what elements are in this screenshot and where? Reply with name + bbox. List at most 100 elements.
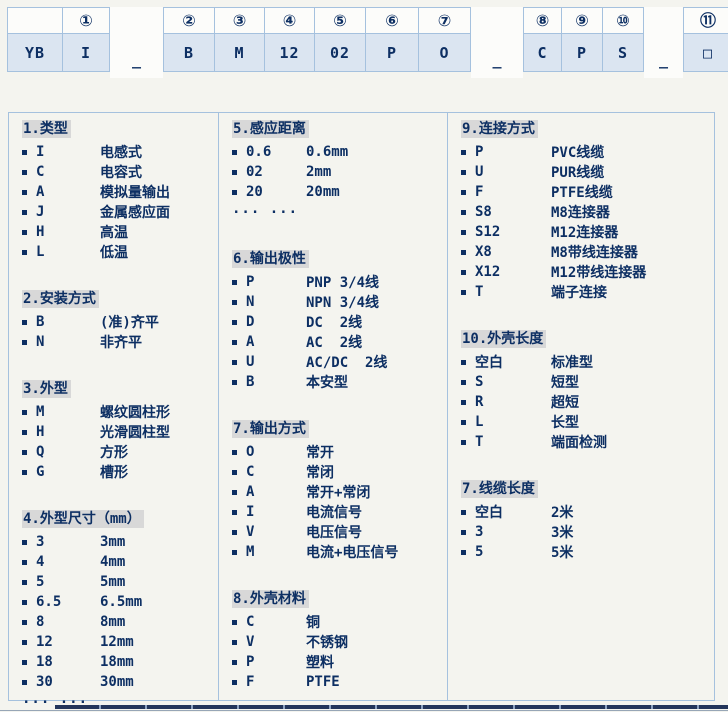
item-description: 8mm	[100, 614, 125, 630]
code-position-number: ①	[63, 8, 110, 34]
item-code: C	[246, 614, 306, 630]
item-code: P	[246, 654, 306, 670]
section-title: 5.感应距离	[232, 120, 309, 138]
legend-item: 6.56.5mm	[22, 592, 218, 612]
bullet-square-icon	[232, 150, 237, 155]
item-code: R	[475, 394, 551, 410]
bullet-square-icon	[232, 640, 237, 645]
bullet-square-icon	[22, 450, 27, 455]
item-description: 非齐平	[100, 332, 142, 352]
item-description: 端子连接	[551, 282, 607, 302]
bullet-square-icon	[22, 410, 27, 415]
legend-item: I电流信号	[232, 502, 447, 522]
legend-item: DDC 2线	[232, 312, 447, 332]
item-code: A	[36, 184, 100, 200]
item-description: PTFE	[306, 674, 340, 690]
item-code: M	[36, 404, 100, 420]
item-code: C	[246, 464, 306, 480]
bullet-square-icon	[22, 680, 27, 685]
section-title: 2.安装方式	[22, 290, 99, 308]
legend-item: J金属感应面	[22, 202, 218, 222]
item-code: 5	[475, 544, 551, 560]
bullet-square-icon	[461, 440, 466, 445]
code-segment-value: YB	[8, 34, 63, 72]
item-description: 5mm	[100, 574, 125, 590]
bullet-square-icon	[461, 190, 466, 195]
legend-item: S12M12连接器	[461, 222, 714, 242]
legend-item: N非齐平	[22, 332, 218, 352]
item-description: 5米	[551, 542, 573, 562]
code-segment-value: S	[603, 34, 644, 72]
code-position-number: ⑥	[366, 8, 419, 34]
legend-item: 022mm	[232, 162, 447, 182]
ellipsis-more: ... ...	[232, 202, 447, 222]
item-description: 2mm	[306, 164, 331, 180]
legend-item: 88mm	[22, 612, 218, 632]
section-title: 3.外型	[22, 380, 71, 398]
bullet-square-icon	[232, 190, 237, 195]
item-description: 4mm	[100, 554, 125, 570]
code-segment-value: B	[164, 34, 215, 72]
item-description: 30mm	[100, 674, 134, 690]
legend-item: 1212mm	[22, 632, 218, 652]
item-code: 6.5	[36, 594, 100, 610]
code-position-number: ⑦	[419, 8, 471, 34]
bullet-square-icon	[22, 430, 27, 435]
bullet-square-icon	[22, 170, 27, 175]
item-code: 3	[475, 524, 551, 540]
bullet-square-icon	[22, 190, 27, 195]
legend-item: B(准)齐平	[22, 312, 218, 332]
bullet-square-icon	[22, 640, 27, 645]
bullet-square-icon	[461, 380, 466, 385]
item-description: PUR线缆	[551, 162, 604, 182]
bullet-square-icon	[232, 300, 237, 305]
legend-item: C铜	[232, 612, 447, 632]
code-segment-value: P	[366, 34, 419, 72]
item-code: 5	[36, 574, 100, 590]
section-title: 8.外壳材料	[232, 590, 309, 608]
cutoff-next-table-edge	[0, 704, 728, 711]
legend-item: M电流+电压信号	[232, 542, 447, 562]
code-position-number: ③	[215, 8, 265, 34]
bullet-square-icon	[232, 450, 237, 455]
legend-item: T端面检测	[461, 432, 714, 452]
legend-item: S8M8连接器	[461, 202, 714, 222]
item-code: 空白	[475, 352, 551, 372]
section-title: 1.类型	[22, 120, 71, 138]
legend-item: X8M8带线连接器	[461, 242, 714, 262]
item-code: C	[36, 164, 100, 180]
legend-column-2: 5.感应距离0.60.6mm022mm2020mm... ...6.输出极性PP…	[219, 113, 448, 700]
item-description: 12mm	[100, 634, 134, 650]
item-code: A	[246, 484, 306, 500]
code-separator: _	[110, 7, 163, 78]
code-segment-value: I	[63, 34, 110, 72]
item-code: U	[475, 164, 551, 180]
code-segment-value: C	[524, 34, 562, 72]
item-code: F	[475, 184, 551, 200]
legend-item: 55米	[461, 542, 714, 562]
legend-column-1: 1.类型I电感式C电容式A模拟量输出J金属感应面H高温L低温2.安装方式B(准)…	[9, 113, 219, 700]
item-description: 3mm	[100, 534, 125, 550]
item-code: L	[36, 244, 100, 260]
item-description: PVC线缆	[551, 142, 604, 162]
item-description: NPN 3/4线	[306, 292, 379, 312]
legend-item: Q方形	[22, 442, 218, 462]
item-code: 0.6	[246, 144, 306, 160]
legend-item: L低温	[22, 242, 218, 262]
item-description: PTFE线缆	[551, 182, 613, 202]
bullet-square-icon	[461, 230, 466, 235]
item-description: 电容式	[100, 162, 142, 182]
item-code: O	[246, 444, 306, 460]
code-segment-value: □	[684, 34, 728, 72]
item-code: N	[246, 294, 306, 310]
item-code: B	[36, 314, 100, 330]
item-description: 常开	[306, 442, 334, 462]
item-code: X8	[475, 244, 551, 260]
code-group-1: ①YBI	[7, 7, 110, 72]
legend-item: O常开	[232, 442, 447, 462]
bullet-square-icon	[232, 470, 237, 475]
item-description: 电流+电压信号	[306, 542, 398, 562]
item-description: 超短	[551, 392, 579, 412]
bullet-square-icon	[461, 510, 466, 515]
section-title: 7.输出方式	[232, 420, 309, 438]
